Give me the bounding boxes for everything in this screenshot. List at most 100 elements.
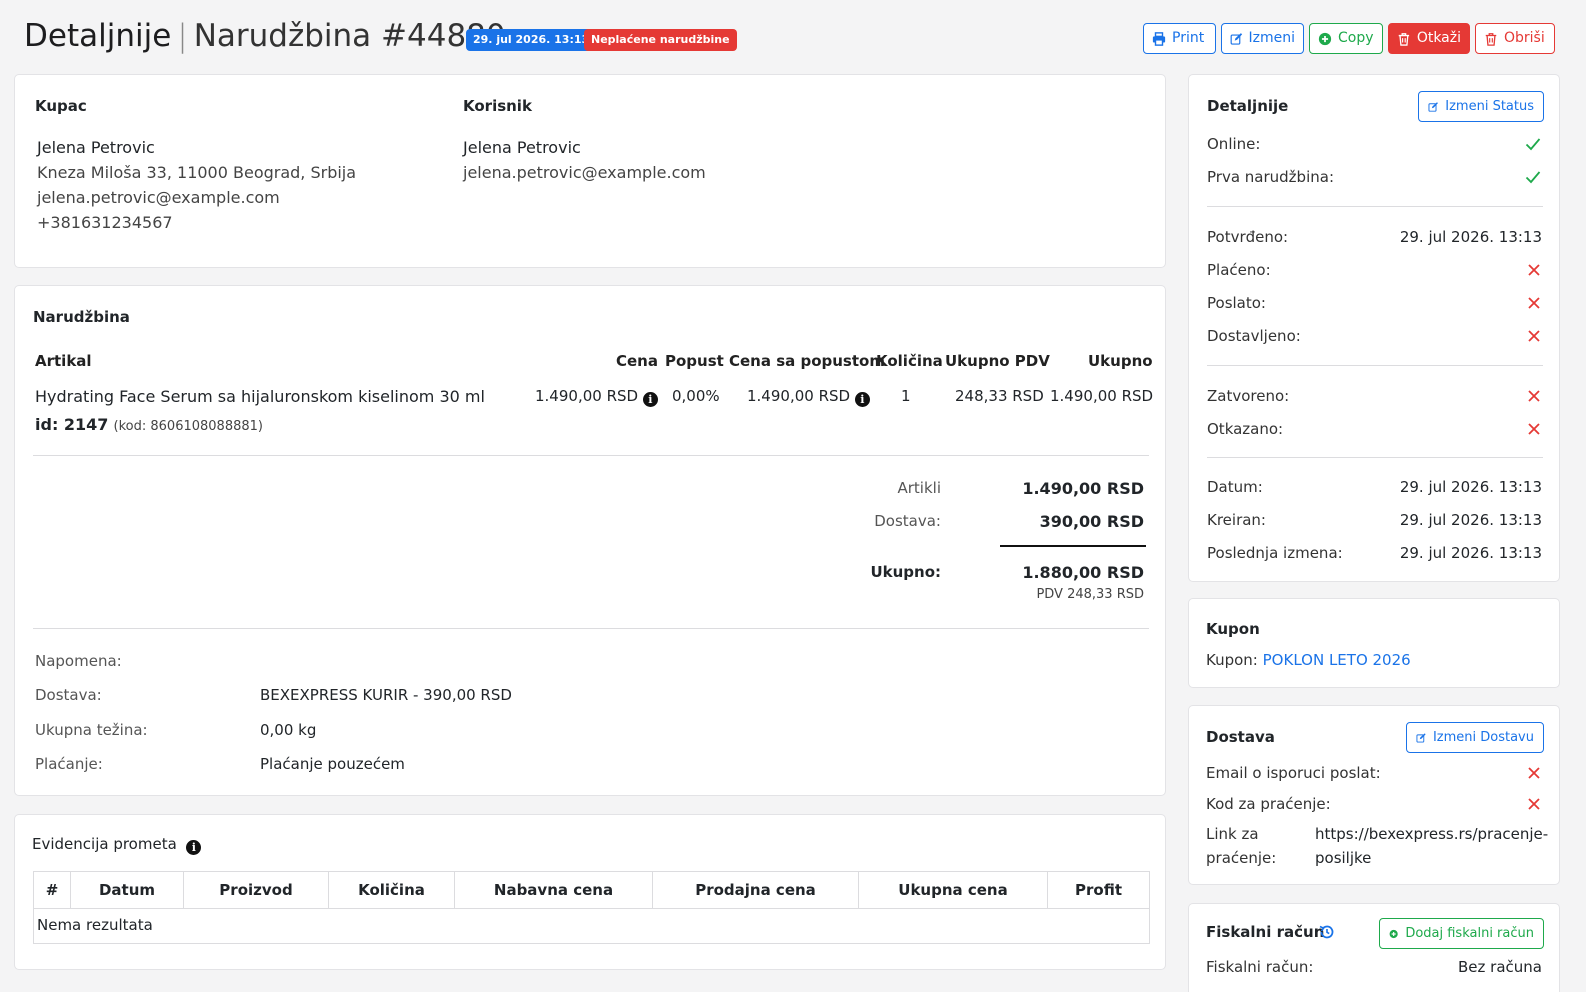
coupon-link[interactable]: POKLON LETO 2026 xyxy=(1263,651,1411,669)
edit-status-label: Izmeni Status xyxy=(1445,99,1534,114)
divider xyxy=(33,455,1149,456)
edit-icon xyxy=(1416,732,1426,743)
payment-label: Plaćanje: xyxy=(35,755,103,773)
confirmed-label: Potvrđeno: xyxy=(1207,228,1289,246)
fiscal-card: Fiskalni račun Dodaj fiskalni račun Fisk… xyxy=(1188,903,1560,992)
plus-circle-icon xyxy=(1389,929,1398,938)
tracking-link-line1[interactable]: https://bexexpress.rs/pracenje- xyxy=(1315,825,1548,843)
check-icon xyxy=(1525,138,1541,151)
copy-label: Copy xyxy=(1338,30,1374,46)
shipping-value: BEXEXPRESS KURIR - 390,00 RSD xyxy=(260,686,512,704)
x-icon xyxy=(1528,264,1540,276)
summary-total-value: 1.880,00 RSD xyxy=(1022,563,1144,582)
plus-circle-icon xyxy=(1318,32,1332,45)
item-price: 1.490,00 RSD i xyxy=(535,387,658,407)
info-icon[interactable]: i xyxy=(186,840,202,855)
order-number: Narudžbina #44880 xyxy=(193,18,506,54)
edit-button[interactable]: Izmeni xyxy=(1221,23,1304,54)
coupon-label: Kupon: xyxy=(1206,651,1258,669)
page-title: Detaljnije | Narudžbina #44880 xyxy=(24,18,506,54)
status-badge: Neplaćene narudžbine xyxy=(584,29,737,51)
edit-delivery-label: Izmeni Dostavu xyxy=(1432,730,1534,745)
history-icon[interactable] xyxy=(1318,923,1336,941)
divider xyxy=(1207,206,1543,207)
details-heading: Detaljnije xyxy=(1207,97,1289,115)
confirmed-value: 29. jul 2026. 13:13 xyxy=(1399,228,1542,246)
user-heading: Korisnik xyxy=(463,97,532,115)
order-card: Narudžbina Artikal Cena Popust Cena sa p… xyxy=(14,285,1166,796)
customer-heading: Kupac xyxy=(35,97,87,115)
turnover-table: # Datum Proizvod Količina Nabavna cena P… xyxy=(33,871,1150,944)
edit-label: Izmeni xyxy=(1248,30,1296,46)
col-total: Ukupno xyxy=(1088,352,1153,370)
summary-vat-note: PDV 248,33 RSD xyxy=(1036,587,1144,602)
fiscal-heading: Fiskalni račun xyxy=(1206,923,1325,941)
trash-icon xyxy=(1485,32,1497,46)
x-icon xyxy=(1528,330,1540,342)
summary-items-label: Artikli xyxy=(897,479,942,497)
delete-button[interactable]: Obriši xyxy=(1475,23,1555,54)
shipping-label: Dostava: xyxy=(35,686,102,704)
delivery-heading: Dostava xyxy=(1206,728,1275,746)
created-label: Kreiran: xyxy=(1207,511,1266,529)
th-purchase-price: Nabavna cena xyxy=(455,872,653,908)
divider xyxy=(34,908,1149,909)
coupon-heading: Kupon xyxy=(1206,620,1260,638)
th-date: Datum xyxy=(71,872,184,908)
coupon-row: Kupon: POKLON LETO 2026 xyxy=(1206,651,1411,669)
divider xyxy=(1207,365,1543,366)
user-email: jelena.petrovic@example.com xyxy=(463,163,706,182)
divider xyxy=(33,628,1149,629)
tracking-link-line2[interactable]: posiljke xyxy=(1315,849,1371,867)
note-label: Napomena: xyxy=(35,652,122,670)
cancel-order-button[interactable]: Otkaži xyxy=(1388,23,1470,54)
paid-label: Plaćeno: xyxy=(1207,261,1271,279)
edit-icon xyxy=(1230,32,1243,45)
user-name-link[interactable]: Jelena Petrovic xyxy=(463,138,581,157)
th-index: # xyxy=(34,872,71,908)
col-discounted-price: Cena sa popustom xyxy=(729,352,885,370)
turnover-card: Evidencija prometa i # Datum Proizvod Ko… xyxy=(14,814,1166,970)
fiscal-value: Bez računa xyxy=(1458,958,1542,976)
info-icon[interactable]: i xyxy=(854,392,870,407)
sent-label: Poslato: xyxy=(1207,294,1266,312)
item-name: Hydrating Face Serum sa hijaluronskom ki… xyxy=(35,387,485,406)
empty-message: Nema rezultata xyxy=(37,916,153,934)
payment-value: Plaćanje pouzećem xyxy=(260,755,405,773)
first-order-label: Prva narudžbina: xyxy=(1207,168,1334,186)
item-discounted-price: 1.490,00 RSD i xyxy=(747,387,870,407)
printer-icon xyxy=(1152,31,1166,46)
turnover-heading: Evidencija prometa i xyxy=(32,835,202,855)
coupon-card: Kupon Kupon: POKLON LETO 2026 xyxy=(1188,598,1560,688)
last-edit-label: Poslednja izmena: xyxy=(1207,544,1343,562)
col-quantity: Količina xyxy=(876,352,943,370)
col-vat-total: Ukupno PDV xyxy=(945,352,1050,370)
edit-icon xyxy=(1428,101,1438,112)
customer-card: Kupac Jelena Petrovic Kneza Miloša 33, 1… xyxy=(14,74,1166,268)
tracking-code-label: Kod za praćenje: xyxy=(1206,795,1331,813)
tracking-link-label-line1: Link za xyxy=(1206,825,1259,843)
add-fiscal-button[interactable]: Dodaj fiskalni račun xyxy=(1379,918,1544,949)
item-id: id: 2147 (kod: 8606108088881) xyxy=(35,415,263,434)
date-badge: 29. jul 2026. 13:13 xyxy=(466,29,597,51)
th-profit: Profit xyxy=(1075,881,1122,899)
weight-value: 0,00 kg xyxy=(260,721,317,739)
edit-status-button[interactable]: Izmeni Status xyxy=(1418,91,1544,122)
item-vat-total: 248,33 RSD xyxy=(955,387,1044,405)
print-button[interactable]: Print xyxy=(1143,23,1216,54)
customer-name-link[interactable]: Jelena Petrovic xyxy=(37,138,155,157)
print-label: Print xyxy=(1172,30,1205,46)
summary-shipping-label: Dostava: xyxy=(874,512,941,530)
th-sale-price: Prodajna cena xyxy=(653,872,859,908)
th-total-price: Ukupna cena xyxy=(859,872,1048,908)
info-icon[interactable]: i xyxy=(642,392,658,407)
online-label: Online: xyxy=(1207,135,1261,153)
x-icon xyxy=(1528,390,1540,402)
th-quantity: Količina xyxy=(329,872,455,908)
x-icon xyxy=(1528,423,1540,435)
edit-delivery-button[interactable]: Izmeni Dostavu xyxy=(1406,722,1544,753)
copy-button[interactable]: Copy xyxy=(1309,23,1383,54)
cancelled-label: Otkazano: xyxy=(1207,420,1284,438)
summary-shipping-value: 390,00 RSD xyxy=(1039,512,1144,531)
order-heading: Narudžbina xyxy=(33,308,130,326)
